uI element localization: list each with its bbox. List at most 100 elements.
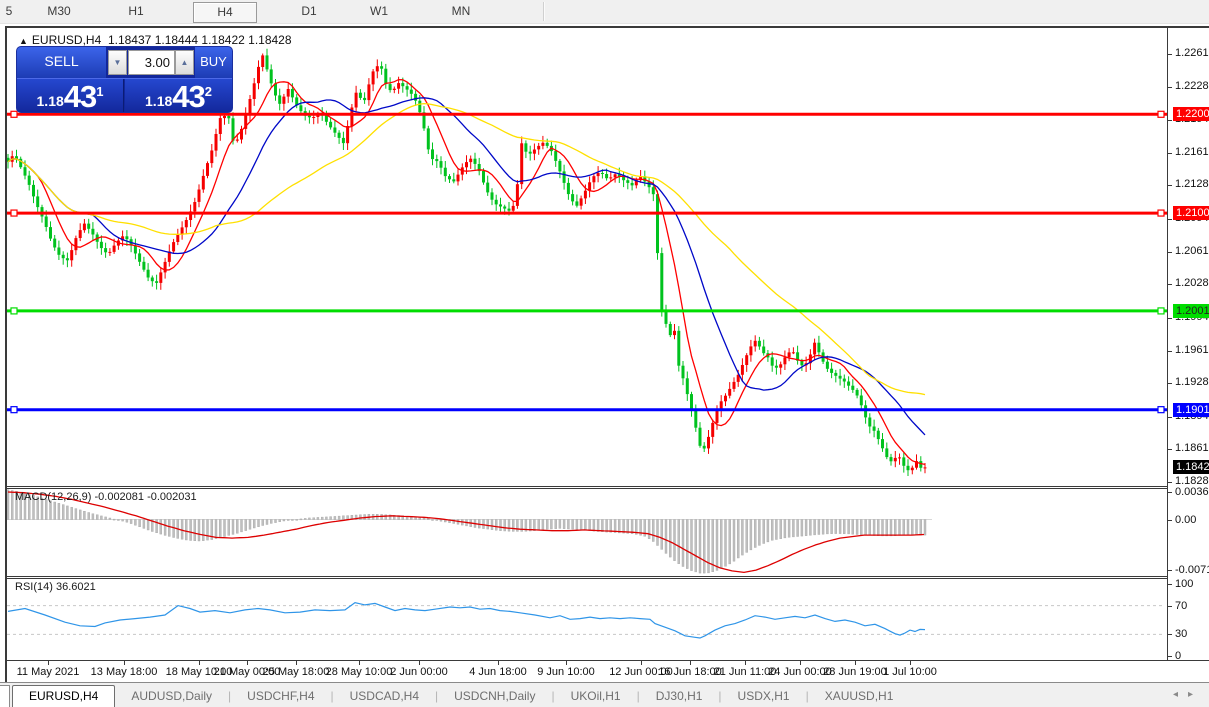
macd-axis-label: 0.003697 bbox=[1175, 486, 1209, 498]
y-axis-tick-label: 1.22280 bbox=[1175, 80, 1209, 92]
y-axis-tick bbox=[1168, 54, 1172, 55]
buy-button[interactable]: BUY bbox=[195, 47, 232, 78]
rsi-axis-tick bbox=[1168, 634, 1172, 635]
toolbar-separator bbox=[543, 2, 545, 21]
x-axis-tick bbox=[855, 661, 856, 665]
y-axis-tick bbox=[1168, 153, 1172, 154]
y-axis-tick-label: 1.20610 bbox=[1175, 245, 1209, 257]
buy-price-tile[interactable]: 1.18432 bbox=[125, 79, 232, 112]
timeframe-button-m30[interactable]: M30 bbox=[28, 2, 90, 21]
one-click-trading-panel: SELL ▼ 3.00 ▲ BUY 1.18431 1.18432 bbox=[17, 47, 232, 112]
x-axis-tick bbox=[124, 661, 125, 665]
x-axis-tick bbox=[566, 661, 567, 665]
y-axis-tick-label: 1.19610 bbox=[1175, 344, 1209, 356]
chart-tab-usdx[interactable]: USDX,H1 bbox=[722, 686, 806, 706]
y-axis-tick-label: 1.22610 bbox=[1175, 47, 1209, 59]
y-axis-tick bbox=[1168, 87, 1172, 88]
volume-input[interactable]: 3.00 bbox=[128, 50, 175, 75]
chart-title: ▲EURUSD,H4 1.18437 1.18444 1.18422 1.184… bbox=[19, 33, 292, 47]
chart-tab-usdcad[interactable]: USDCAD,H4 bbox=[334, 686, 435, 706]
chart-tab-ukoil[interactable]: UKOil,H1 bbox=[555, 686, 637, 706]
ohlc-close: 1.18428 bbox=[248, 33, 291, 47]
y-axis-tick bbox=[1168, 482, 1172, 483]
timeframe-button-h1[interactable]: H1 bbox=[105, 2, 167, 21]
rsi-canvas bbox=[7, 579, 1167, 658]
chart-tab-usdchf[interactable]: USDCHF,H4 bbox=[231, 686, 330, 706]
tab-bar-stub bbox=[0, 685, 10, 707]
tab-scroll-left-icon[interactable]: ◂ bbox=[1173, 689, 1188, 700]
y-axis-tick-label: 1.21610 bbox=[1175, 146, 1209, 158]
level-price-label: 1.19012 bbox=[1173, 403, 1209, 417]
macd-main-value: -0.002081 bbox=[94, 491, 144, 503]
collapse-arrow-icon[interactable]: ▲ bbox=[19, 36, 28, 46]
timeframe-button-5[interactable]: 5 bbox=[0, 2, 18, 21]
x-axis-tick bbox=[419, 661, 420, 665]
buy-price-prefix: 1.18 bbox=[145, 91, 172, 111]
sell-price-prefix: 1.18 bbox=[37, 91, 64, 111]
macd-axis-label: -0.007187 bbox=[1175, 564, 1209, 576]
macd-axis-tick bbox=[1168, 520, 1172, 521]
y-axis-tick bbox=[1168, 252, 1172, 253]
timeframe-button-h4[interactable]: H4 bbox=[193, 2, 257, 23]
rsi-axis-tick bbox=[1168, 656, 1172, 657]
x-axis-label: 1 Jul 10:00 bbox=[865, 666, 955, 678]
chart-tab-bar: EURUSD,H4AUDUSD,Daily|USDCHF,H4|USDCAD,H… bbox=[0, 682, 1209, 707]
time-axis[interactable]: 11 May 202113 May 18:0018 May 10:0021 Ma… bbox=[7, 660, 1209, 682]
x-axis-tick bbox=[247, 661, 248, 665]
x-axis-tick bbox=[745, 661, 746, 665]
ohlc-open: 1.18437 bbox=[108, 33, 151, 47]
volume-decrease-button[interactable]: ▼ bbox=[108, 50, 127, 75]
x-axis-tick bbox=[690, 661, 691, 665]
macd-axis-tick bbox=[1168, 492, 1172, 493]
x-axis-tick bbox=[296, 661, 297, 665]
timeframe-button-w1[interactable]: W1 bbox=[348, 2, 410, 21]
rsi-value: 36.6021 bbox=[56, 581, 96, 593]
ohlc-low: 1.18422 bbox=[201, 33, 244, 47]
chart-tab-audusd[interactable]: AUDUSD,Daily bbox=[115, 686, 228, 706]
chevron-up-icon: ▲ bbox=[181, 58, 189, 67]
tab-scroll-arrows: ◂▸ bbox=[1173, 689, 1203, 700]
buy-price-big: 43 bbox=[172, 82, 204, 111]
macd-label: MACD(12,26,9) -0.002081 -0.002031 bbox=[15, 491, 197, 503]
x-axis-tick bbox=[498, 661, 499, 665]
buy-price-pip: 2 bbox=[205, 84, 212, 99]
timeframe-toolbar: 5 M30 H1 H4 D1 W1 MN bbox=[0, 0, 1209, 24]
rsi-axis-label: 70 bbox=[1175, 600, 1187, 612]
x-axis-tick bbox=[359, 661, 360, 665]
chart-tab-eurusd[interactable]: EURUSD,H4 bbox=[12, 685, 115, 707]
trade-panel-top-row: SELL ▼ 3.00 ▲ BUY bbox=[17, 47, 232, 79]
sell-price-pip: 1 bbox=[96, 84, 103, 99]
y-axis-tick bbox=[1168, 318, 1172, 319]
chart-tabs: EURUSD,H4AUDUSD,Daily|USDCHF,H4|USDCAD,H… bbox=[12, 685, 909, 707]
y-axis-tick bbox=[1168, 185, 1172, 186]
chart-tab-usdcnh[interactable]: USDCNH,Daily bbox=[438, 686, 551, 706]
ohlc-high: 1.18444 bbox=[155, 33, 198, 47]
sell-price-tile[interactable]: 1.18431 bbox=[17, 79, 124, 112]
rsi-axis-label: 30 bbox=[1175, 628, 1187, 640]
x-axis-tick bbox=[48, 661, 49, 665]
main-chart-pane: ▲EURUSD,H4 1.18437 1.18444 1.18422 1.184… bbox=[7, 28, 1167, 486]
chart-tab-dj30[interactable]: DJ30,H1 bbox=[640, 686, 719, 706]
macd-axis-tick bbox=[1168, 570, 1172, 571]
chevron-down-icon: ▼ bbox=[114, 58, 122, 67]
y-axis-tick-label: 1.18610 bbox=[1175, 442, 1209, 454]
timeframe-button-d1[interactable]: D1 bbox=[278, 2, 340, 21]
x-axis-tick bbox=[800, 661, 801, 665]
price-axis[interactable]: 1.226101.222801.219401.216101.212801.209… bbox=[1168, 28, 1209, 660]
timeframe-button-mn[interactable]: MN bbox=[430, 2, 492, 21]
level-price-label: 1.21001 bbox=[1173, 206, 1209, 220]
macd-pane: MACD(12,26,9) -0.002081 -0.002031 bbox=[7, 489, 1167, 576]
x-axis-tick bbox=[641, 661, 642, 665]
current-price-label: 1.18428 bbox=[1173, 460, 1209, 474]
tab-scroll-right-icon[interactable]: ▸ bbox=[1188, 689, 1203, 700]
y-axis-tick-label: 1.19280 bbox=[1175, 376, 1209, 388]
rsi-pane: RSI(14) 36.6021 bbox=[7, 579, 1167, 658]
level-price-label: 1.22000 bbox=[1173, 107, 1209, 121]
macd-axis-label: 0.00 bbox=[1175, 514, 1196, 526]
x-axis-label: 2 Jun 00:00 bbox=[374, 666, 464, 678]
sell-button[interactable]: SELL bbox=[17, 47, 106, 78]
volume-increase-button[interactable]: ▲ bbox=[175, 50, 194, 75]
trading-platform-window: 5M30H1H4D1W1MN ▲EURUSD,H4 1.18437 1.1844… bbox=[0, 0, 1209, 707]
chart-tab-xauusd[interactable]: XAUUSD,H1 bbox=[809, 686, 910, 706]
rsi-axis-tick bbox=[1168, 606, 1172, 607]
